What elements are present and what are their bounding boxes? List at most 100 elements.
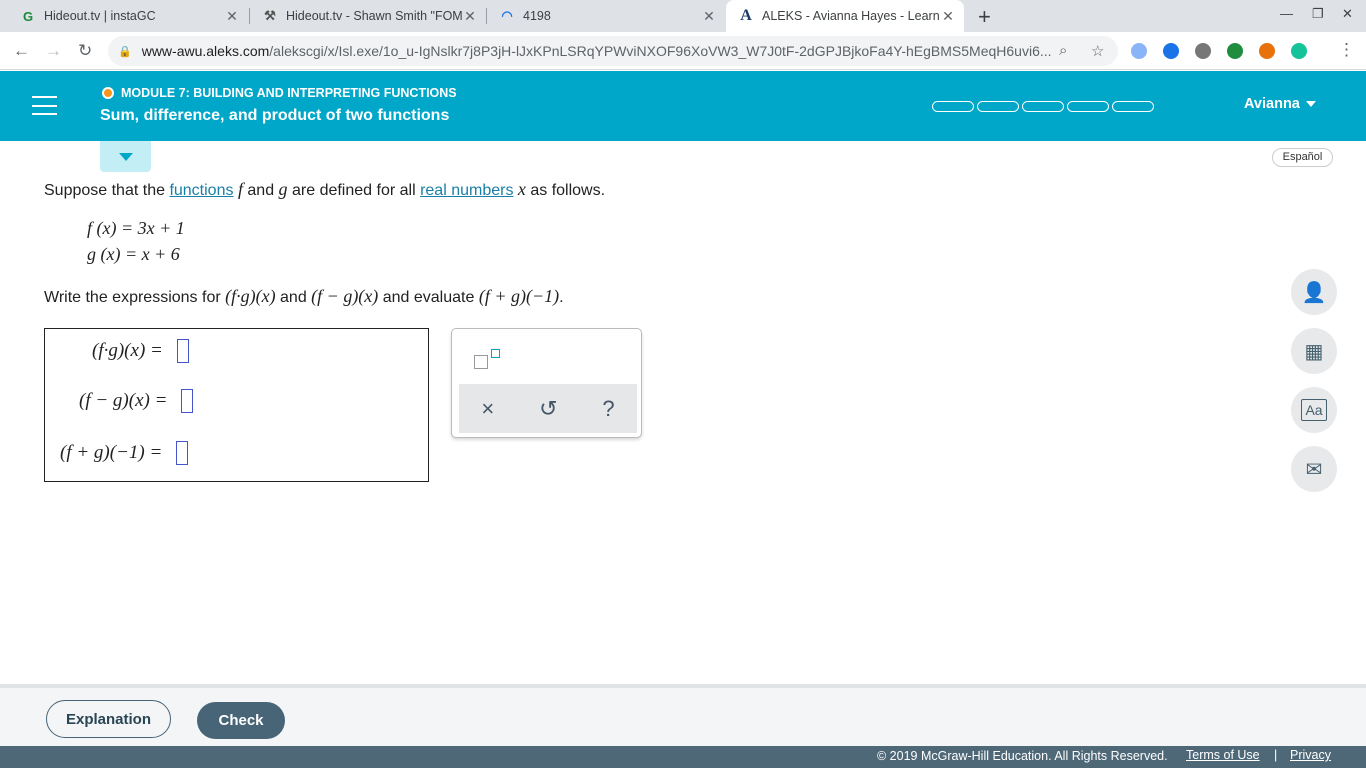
url-domain: www-awu.aleks.com [141, 43, 270, 59]
progress-segment [1022, 101, 1064, 112]
answer-input-difference[interactable] [181, 389, 194, 413]
extension-icon[interactable] [1195, 43, 1211, 59]
calculator-disabled-icon: ▦ [1304, 340, 1324, 363]
text: . [559, 289, 564, 306]
url-path: /alekscgi/x/Isl.exe/1o_u-IgNslkr7j8P3jH-… [269, 43, 1052, 59]
extension-icon[interactable] [1163, 43, 1179, 59]
extension-icon[interactable] [1259, 43, 1275, 59]
close-window-icon[interactable]: ✕ [1342, 6, 1353, 22]
back-icon[interactable]: ← [13, 41, 30, 61]
text: are defined for all [287, 182, 421, 199]
progress-bar [932, 101, 1157, 112]
calculator-tool-button[interactable]: ▦ [1291, 328, 1337, 374]
address-bar[interactable]: 🔒 www-awu.aleks.com /alekscgi/x/Isl.exe/… [108, 36, 1118, 66]
close-tab-icon[interactable]: ✕ [462, 8, 478, 25]
tab-aleks[interactable]: A ALEKS - Avianna Hayes - Learn ✕ [726, 0, 964, 32]
bookmark-star-icon[interactable]: ☆ [1091, 42, 1104, 60]
progress-segment [977, 101, 1019, 112]
module-status-dot-icon [102, 87, 114, 99]
hideout-favicon-icon: ⚒ [264, 8, 276, 23]
text: and [242, 182, 279, 199]
restore-icon[interactable]: ❐ [1312, 6, 1324, 22]
tab-instagc[interactable]: G Hideout.tv | instaGC ✕ [8, 0, 248, 32]
privacy-link[interactable]: Privacy [1290, 748, 1331, 762]
close-tab-icon[interactable]: ✕ [940, 8, 956, 25]
expr-difference: (f − g)(x) [311, 286, 379, 306]
copyright-text: © 2019 McGraw-Hill Education. All Rights… [877, 749, 1168, 763]
answer-row-sum: (f + g)(−1) = [60, 441, 189, 465]
real-numbers-link[interactable]: real numbers [420, 182, 513, 199]
grammarly-icon[interactable] [1291, 43, 1307, 59]
tab-title: ALEKS - Avianna Hayes - Learn [762, 9, 940, 23]
new-tab-icon[interactable]: + [978, 4, 991, 30]
close-tab-icon[interactable]: ✕ [224, 8, 240, 25]
answer-input-product[interactable] [176, 339, 189, 363]
user-menu[interactable]: Avianna [1244, 96, 1316, 112]
person-board-icon: 👤 [1301, 281, 1327, 304]
functions-link[interactable]: functions [169, 182, 233, 199]
keypad-actions: × ↺ ? [459, 384, 637, 433]
text: Suppose that the [44, 182, 170, 199]
zoom-icon[interactable]: ⌕ [1059, 42, 1067, 59]
expr-sum: (f + g)(−1) [478, 286, 560, 306]
user-name: Avianna [1244, 96, 1300, 112]
tab-title: Hideout.tv - Shawn Smith "FOMO" [286, 9, 462, 23]
var-x: x [517, 179, 526, 199]
loading-spinner-icon: ◠ [501, 8, 513, 23]
topic-dropdown-toggle[interactable] [100, 141, 151, 172]
check-button[interactable]: Check [197, 702, 285, 739]
tab-title: Hideout.tv | instaGC [44, 9, 156, 23]
hamburger-menu-icon[interactable] [32, 96, 57, 115]
topic-title: Sum, difference, and product of two func… [100, 107, 450, 124]
explanation-button[interactable]: Explanation [46, 700, 171, 738]
math-keypad: × ↺ ? [451, 328, 642, 438]
menu-kebab-icon[interactable]: ⋮ [1338, 40, 1355, 60]
close-tab-icon[interactable]: ✕ [701, 8, 717, 25]
message-tool-button[interactable]: ✉ [1291, 446, 1337, 492]
tutor-tool-button[interactable]: 👤 [1291, 269, 1337, 315]
superscript-base-icon [474, 355, 488, 369]
superscript-exponent-icon [491, 349, 500, 358]
dictionary-icon: Aa [1301, 399, 1327, 421]
answer-label: (f·g)(x) = [92, 340, 163, 361]
terms-of-use-link[interactable]: Terms of Use [1186, 748, 1260, 762]
answer-label: (f − g)(x) = [79, 390, 168, 411]
tab-title: 4198 [523, 9, 551, 23]
footer: © 2019 McGraw-Hill Education. All Rights… [0, 746, 1366, 768]
answer-input-sum[interactable] [176, 441, 189, 465]
extension-icon[interactable] [1131, 43, 1147, 59]
forward-icon[interactable]: → [45, 41, 62, 61]
clear-button[interactable]: × [481, 396, 494, 422]
text: and evaluate [378, 289, 479, 306]
text: and [275, 289, 312, 306]
progress-segment [1112, 101, 1154, 112]
answer-row-difference: (f − g)(x) = [79, 389, 194, 413]
answer-row-product: (f·g)(x) = [92, 339, 189, 363]
tab-4198[interactable]: ◠ 4198 ✕ [487, 0, 725, 32]
module-title: MODULE 7: BUILDING AND INTERPRETING FUNC… [102, 86, 457, 100]
tab-hideout-shawn[interactable]: ⚒ Hideout.tv - Shawn Smith "FOMO" ✕ [250, 0, 486, 32]
aleks-header: MODULE 7: BUILDING AND INTERPRETING FUNC… [0, 71, 1366, 141]
module-label: MODULE 7: BUILDING AND INTERPRETING FUNC… [121, 86, 457, 100]
dictionary-tool-button[interactable]: Aa [1291, 387, 1337, 433]
browser-tab-bar: G Hideout.tv | instaGC ✕ ⚒ Hideout.tv - … [0, 0, 1366, 32]
superscript-button[interactable] [474, 349, 504, 373]
reload-icon[interactable]: ↻ [78, 41, 92, 61]
extension-icon[interactable] [1227, 43, 1243, 59]
espanol-button[interactable]: Español [1272, 148, 1333, 167]
footer-separator: | [1274, 748, 1278, 762]
instagc-favicon-icon: G [22, 8, 34, 24]
problem-intro: Suppose that the functions f and g are d… [44, 179, 605, 200]
lock-icon: 🔒 [118, 45, 132, 58]
undo-button[interactable]: ↺ [539, 396, 557, 422]
browser-toolbar: ← → ↻ 🔒 www-awu.aleks.com /alekscgi/x/Is… [0, 32, 1366, 70]
f-definition: f (x) = 3x + 1 [87, 218, 185, 238]
answer-label: (f + g)(−1) = [60, 442, 163, 463]
text: Write the expressions for [44, 289, 226, 306]
minimize-icon[interactable]: — [1280, 6, 1293, 21]
progress-segment [932, 101, 974, 112]
aleks-favicon-icon: A [740, 7, 752, 24]
help-button[interactable]: ? [602, 396, 614, 422]
caret-down-icon [118, 152, 133, 161]
text: as follows. [525, 182, 606, 199]
